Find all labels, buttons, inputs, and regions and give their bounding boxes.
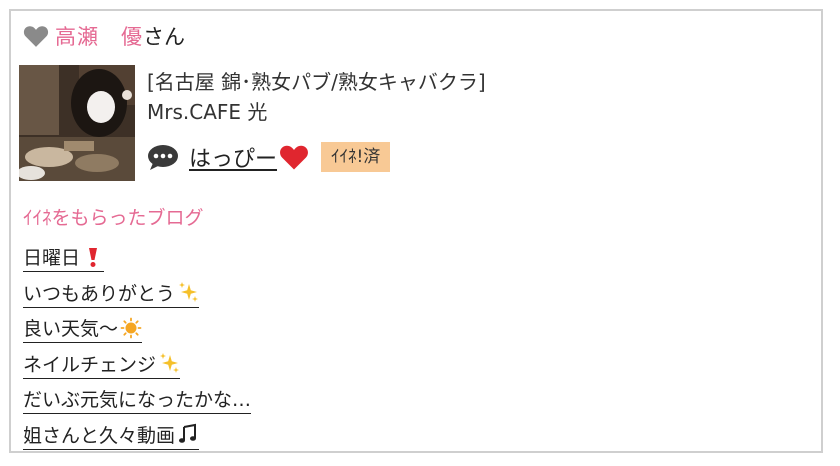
red-heart-icon <box>280 145 308 170</box>
card-header: 高瀬 優 さん <box>23 21 185 51</box>
sparkles-icon <box>179 282 199 302</box>
name-suffix: さん <box>143 25 185 49</box>
heart-icon[interactable] <box>23 24 49 48</box>
sun-icon <box>120 317 142 338</box>
blog-title: ネイルチェンジ <box>23 353 157 376</box>
blog-link[interactable]: だいぶ元気になったかな… <box>23 385 252 414</box>
blog-title: いつもありがとう <box>23 282 176 305</box>
user-name[interactable]: 高瀬 優 <box>55 21 143 51</box>
blog-link[interactable]: 良い天気〜 <box>23 314 143 343</box>
list-item: ネイルチェンジ <box>23 350 251 386</box>
music-notes-icon <box>179 423 197 443</box>
shop-name[interactable]: Mrs.CAFE 光 <box>147 99 486 125</box>
blog-title: 姐さんと久々動画 <box>23 424 176 447</box>
blog-link[interactable]: 姐さんと久々動画 <box>23 421 200 450</box>
shop-category[interactable]: [名古屋 錦･熟女パブ/熟女キャバクラ] <box>147 69 486 95</box>
liked-blogs-title: ｲｲﾈをもらったブログ <box>23 207 204 229</box>
blog-link[interactable]: いつもありがとう <box>23 279 200 308</box>
shop-info: [名古屋 錦･熟女パブ/熟女キャバクラ] Mrs.CAFE 光 はっぴー ｲｲﾈ… <box>147 65 486 181</box>
list-item: 良い天気〜 <box>23 314 251 350</box>
list-item: 日曜日 <box>23 243 251 279</box>
exclamation-icon <box>89 247 98 267</box>
profile-card: 高瀬 優 さん [名古屋 錦･熟女パブ/熟女キャバクラ] Mrs.CAFE 光 <box>9 9 823 453</box>
blog-title: 日曜日 <box>23 247 81 269</box>
ine-done-badge: ｲｲﾈ!済 <box>321 142 391 172</box>
blog-title: だいぶ元気になったかな… <box>23 389 252 411</box>
blog-link[interactable]: ネイルチェンジ <box>23 350 181 379</box>
comment-row: はっぴー ｲｲﾈ!済 <box>147 141 486 173</box>
blog-title: 良い天気〜 <box>23 318 119 340</box>
shop-profile: [名古屋 錦･熟女パブ/熟女キャバクラ] Mrs.CAFE 光 はっぴー ｲｲﾈ… <box>19 65 486 181</box>
list-item: いつもありがとう <box>23 279 251 315</box>
comment-link[interactable]: はっぴー <box>189 141 309 173</box>
comment-text: はっぴー <box>189 147 278 172</box>
liked-blog-list: 日曜日 いつもありがとう 良い天気〜 ネイルチェンジ だいぶ元気になったかな… … <box>23 243 252 457</box>
profile-photo[interactable] <box>19 65 135 181</box>
list-item: 姐さんと久々動画 <box>23 421 251 457</box>
list-item: だいぶ元気になったかな… <box>23 385 252 421</box>
sparkles-icon <box>160 353 180 373</box>
blog-link[interactable]: 日曜日 <box>23 243 105 272</box>
speech-bubble-icon <box>148 145 178 170</box>
photo-image <box>19 65 135 181</box>
